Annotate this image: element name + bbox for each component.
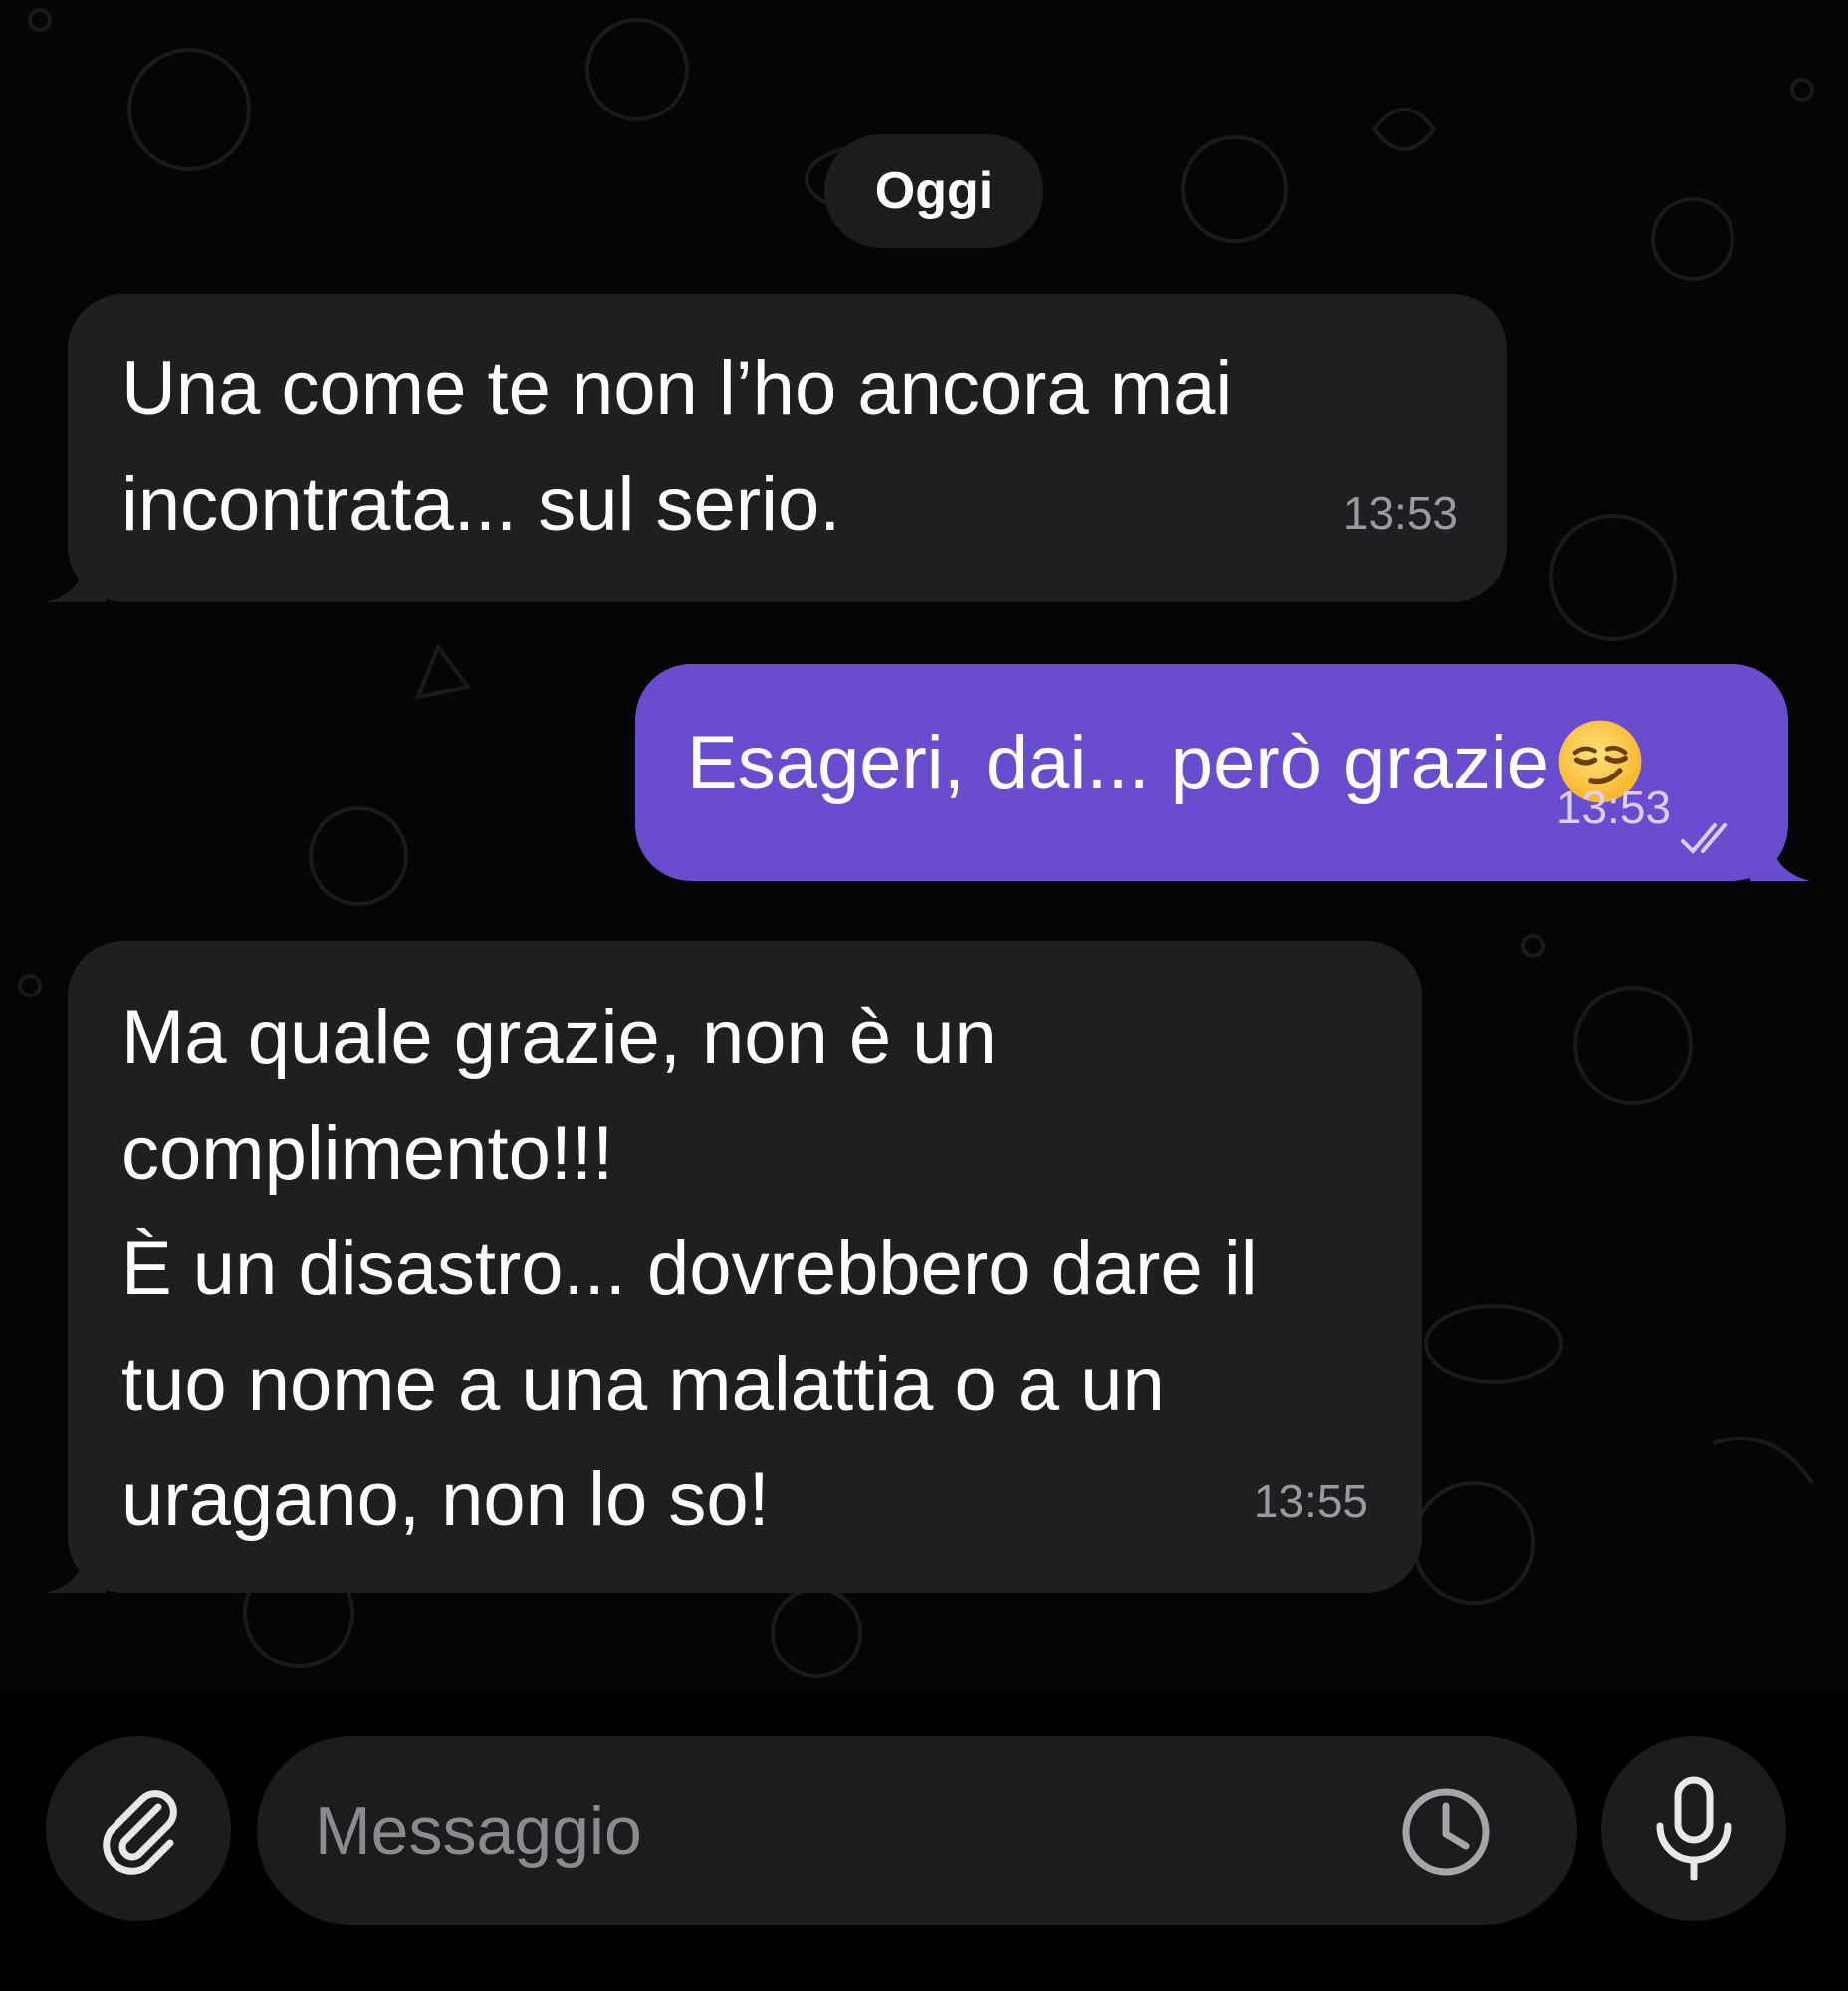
message-text: Esageri, dai... però grazie: [687, 721, 1550, 805]
message-text-line: È un disastro... dovrebbero dare il: [121, 1226, 1258, 1311]
incoming-message-bubble[interactable]: Ma quale grazie, non è un complimento!!!…: [46, 941, 1422, 1593]
bubble-tail: [46, 1543, 106, 1593]
bubble-tail: [1750, 831, 1810, 881]
message-input-field[interactable]: [257, 1736, 1577, 1925]
paperclip-icon: [103, 1790, 177, 1875]
date-separator: Oggi: [824, 134, 1043, 248]
bubble-tail: [46, 553, 106, 602]
outgoing-message-bubble[interactable]: Esageri, dai... però grazie 13:53: [635, 664, 1810, 881]
message-timestamp: 13:53: [1342, 487, 1458, 539]
message-text-line: complimento!!!: [121, 1111, 614, 1196]
sticker-clock-icon[interactable]: [1398, 1784, 1494, 1880]
message-timestamp: 13:55: [1253, 1475, 1368, 1527]
message-text-line: Ma quale grazie, non è un: [121, 996, 997, 1080]
message-text-line: tuo nome a una malattia o a un: [121, 1342, 1165, 1427]
voice-message-button[interactable]: [1601, 1736, 1786, 1921]
message-text-line: Una come te non l’ho ancora mai: [121, 346, 1233, 431]
message-timestamp: 13:53: [1555, 781, 1671, 833]
attach-button[interactable]: [46, 1736, 231, 1921]
incoming-message-bubble[interactable]: Una come te non l’ho ancora mai incontra…: [46, 294, 1507, 602]
message-input[interactable]: [313, 1791, 1372, 1871]
message-text-line: incontrata... sul serio.: [121, 462, 841, 547]
microphone-icon: [1656, 1776, 1732, 1881]
double-check-icon: [1681, 823, 1727, 854]
message-text-line: uragano, non lo so!: [121, 1457, 770, 1542]
